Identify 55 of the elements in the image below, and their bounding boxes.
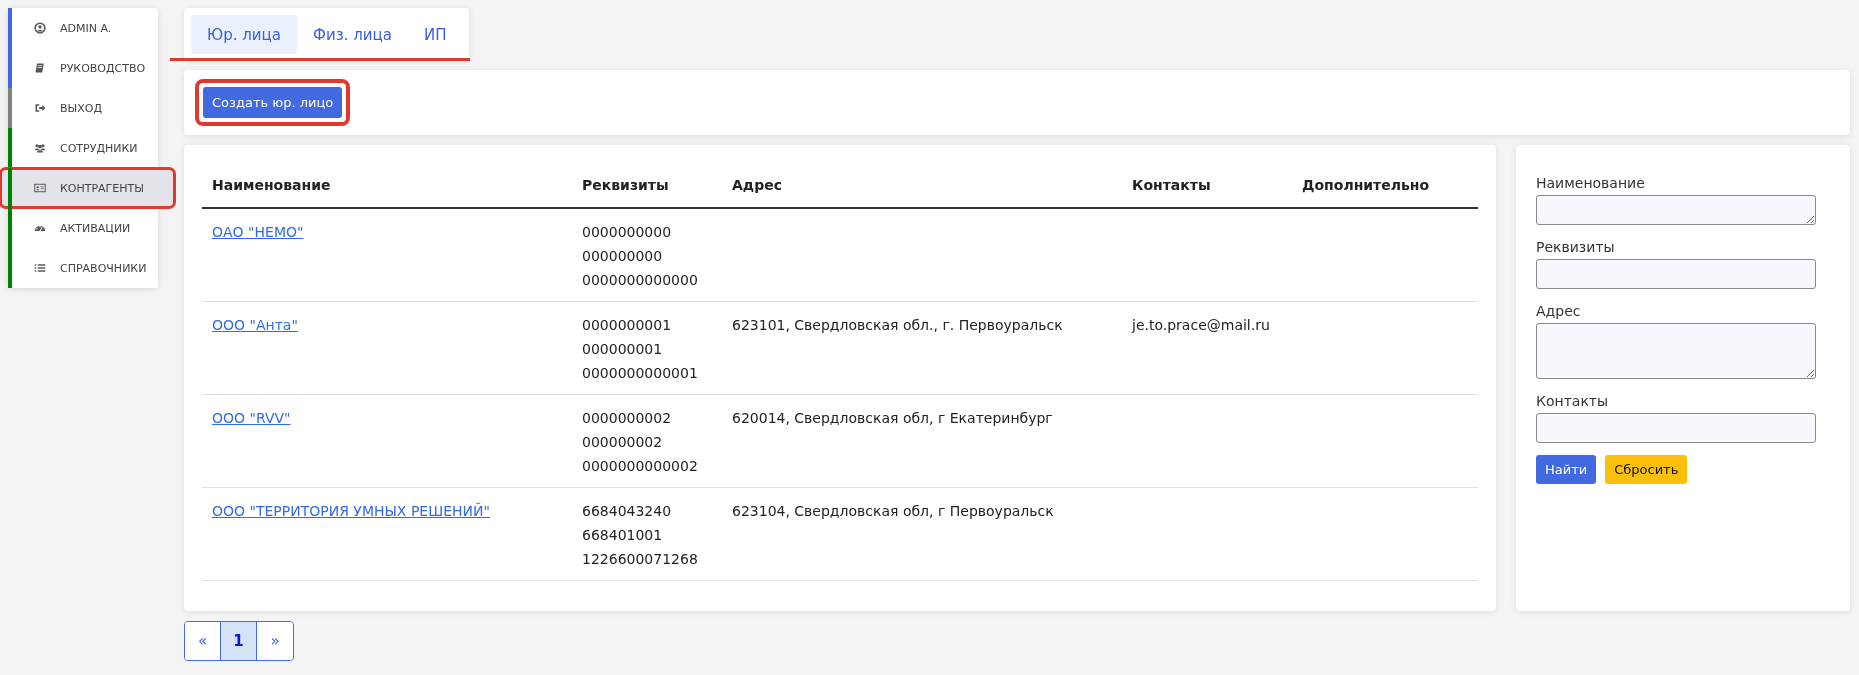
table-cell-text: 000000001 <box>582 340 664 359</box>
column-header: Наименование <box>202 165 572 208</box>
table-cell-text: 0000000000000 <box>582 271 699 290</box>
text-area[interactable] <box>1536 195 1816 225</box>
table-cell-text: 000000000 <box>582 247 664 266</box>
column-header: Дополнительно <box>1292 165 1478 208</box>
sidebar-item[interactable]: СПРАВОЧНИКИ <box>8 248 158 288</box>
table-cell: je.to.prace@mail.ru <box>1132 317 1270 333</box>
table-cell: 623101, Свердловская обл., г. Первоуральск <box>732 317 1063 333</box>
reset-button[interactable]: Сбросить <box>1605 455 1688 484</box>
field-label: Наименование <box>1536 175 1646 191</box>
column-header: Реквизиты <box>572 165 722 208</box>
company-link[interactable]: ООО "RVV" <box>212 410 291 426</box>
input-field[interactable] <box>1536 259 1816 289</box>
sidebar-item[interactable]: КОНТРАГЕНТЫ <box>0 168 175 208</box>
exit-arrow-icon <box>34 102 46 114</box>
tab[interactable]: Физ. лица <box>297 15 408 54</box>
sidebar-item[interactable]: АКТИВАЦИИ <box>8 208 158 248</box>
input-field[interactable] <box>1536 413 1816 443</box>
table-cell-text: 6684043240 <box>582 502 673 521</box>
table-cell: 623104, Свердловская обл, г Первоуральск <box>732 503 1054 519</box>
search-button[interactable]: Найти <box>1536 455 1597 484</box>
field-label: Контакты <box>1536 393 1610 409</box>
table-cell: 620014, Свердловская обл, г Екатеринбург <box>732 410 1053 426</box>
tab[interactable]: ИП <box>407 15 463 54</box>
table-cell-text: 668401001 <box>582 526 664 545</box>
table-cell-text: 000000002 <box>582 433 664 452</box>
field-label: Реквизиты <box>1536 239 1616 255</box>
create-button[interactable]: Создать юр. лицо <box>203 87 343 118</box>
user-circle-icon <box>34 22 46 34</box>
page-button[interactable]: 1 <box>221 622 257 660</box>
table-cell-text: 0000000000002 <box>582 457 699 476</box>
table-cell-text: 1226600071268 <box>582 550 699 569</box>
sidebar-item[interactable]: СОТРУДНИКИ <box>8 128 158 168</box>
sidebar-item[interactable]: РУКОВОДСТВО <box>8 48 158 88</box>
table-cell-text: 0000000001 <box>582 316 673 335</box>
column-header: Контакты <box>1122 165 1292 208</box>
company-link[interactable]: ООО "Анта" <box>212 317 298 333</box>
tab[interactable]: Юр. лица <box>191 15 297 54</box>
company-link[interactable]: ОАО "НЕМО" <box>212 224 304 240</box>
table-cell-text: 0000000000 <box>582 223 673 242</box>
field-label: Адрес <box>1536 303 1582 319</box>
page-button[interactable]: « <box>185 622 221 660</box>
company-link[interactable]: ООО "ТЕРРИТОРИЯ УМНЫХ РЕШЕНИЙ" <box>212 503 490 519</box>
book-icon <box>34 62 46 74</box>
sidebar-item[interactable]: ADMIN A. <box>8 8 158 48</box>
id-card-icon <box>34 182 46 194</box>
sidebar-item[interactable]: ВЫХОД <box>8 88 158 128</box>
table-cell-text: 0000000000001 <box>582 364 699 383</box>
text-area[interactable] <box>1536 323 1816 379</box>
column-header: Адрес <box>722 165 1122 208</box>
page-button[interactable]: » <box>257 622 293 660</box>
people-icon <box>34 142 46 154</box>
table-cell-text: 0000000002 <box>582 409 673 428</box>
list-icon <box>34 262 46 274</box>
